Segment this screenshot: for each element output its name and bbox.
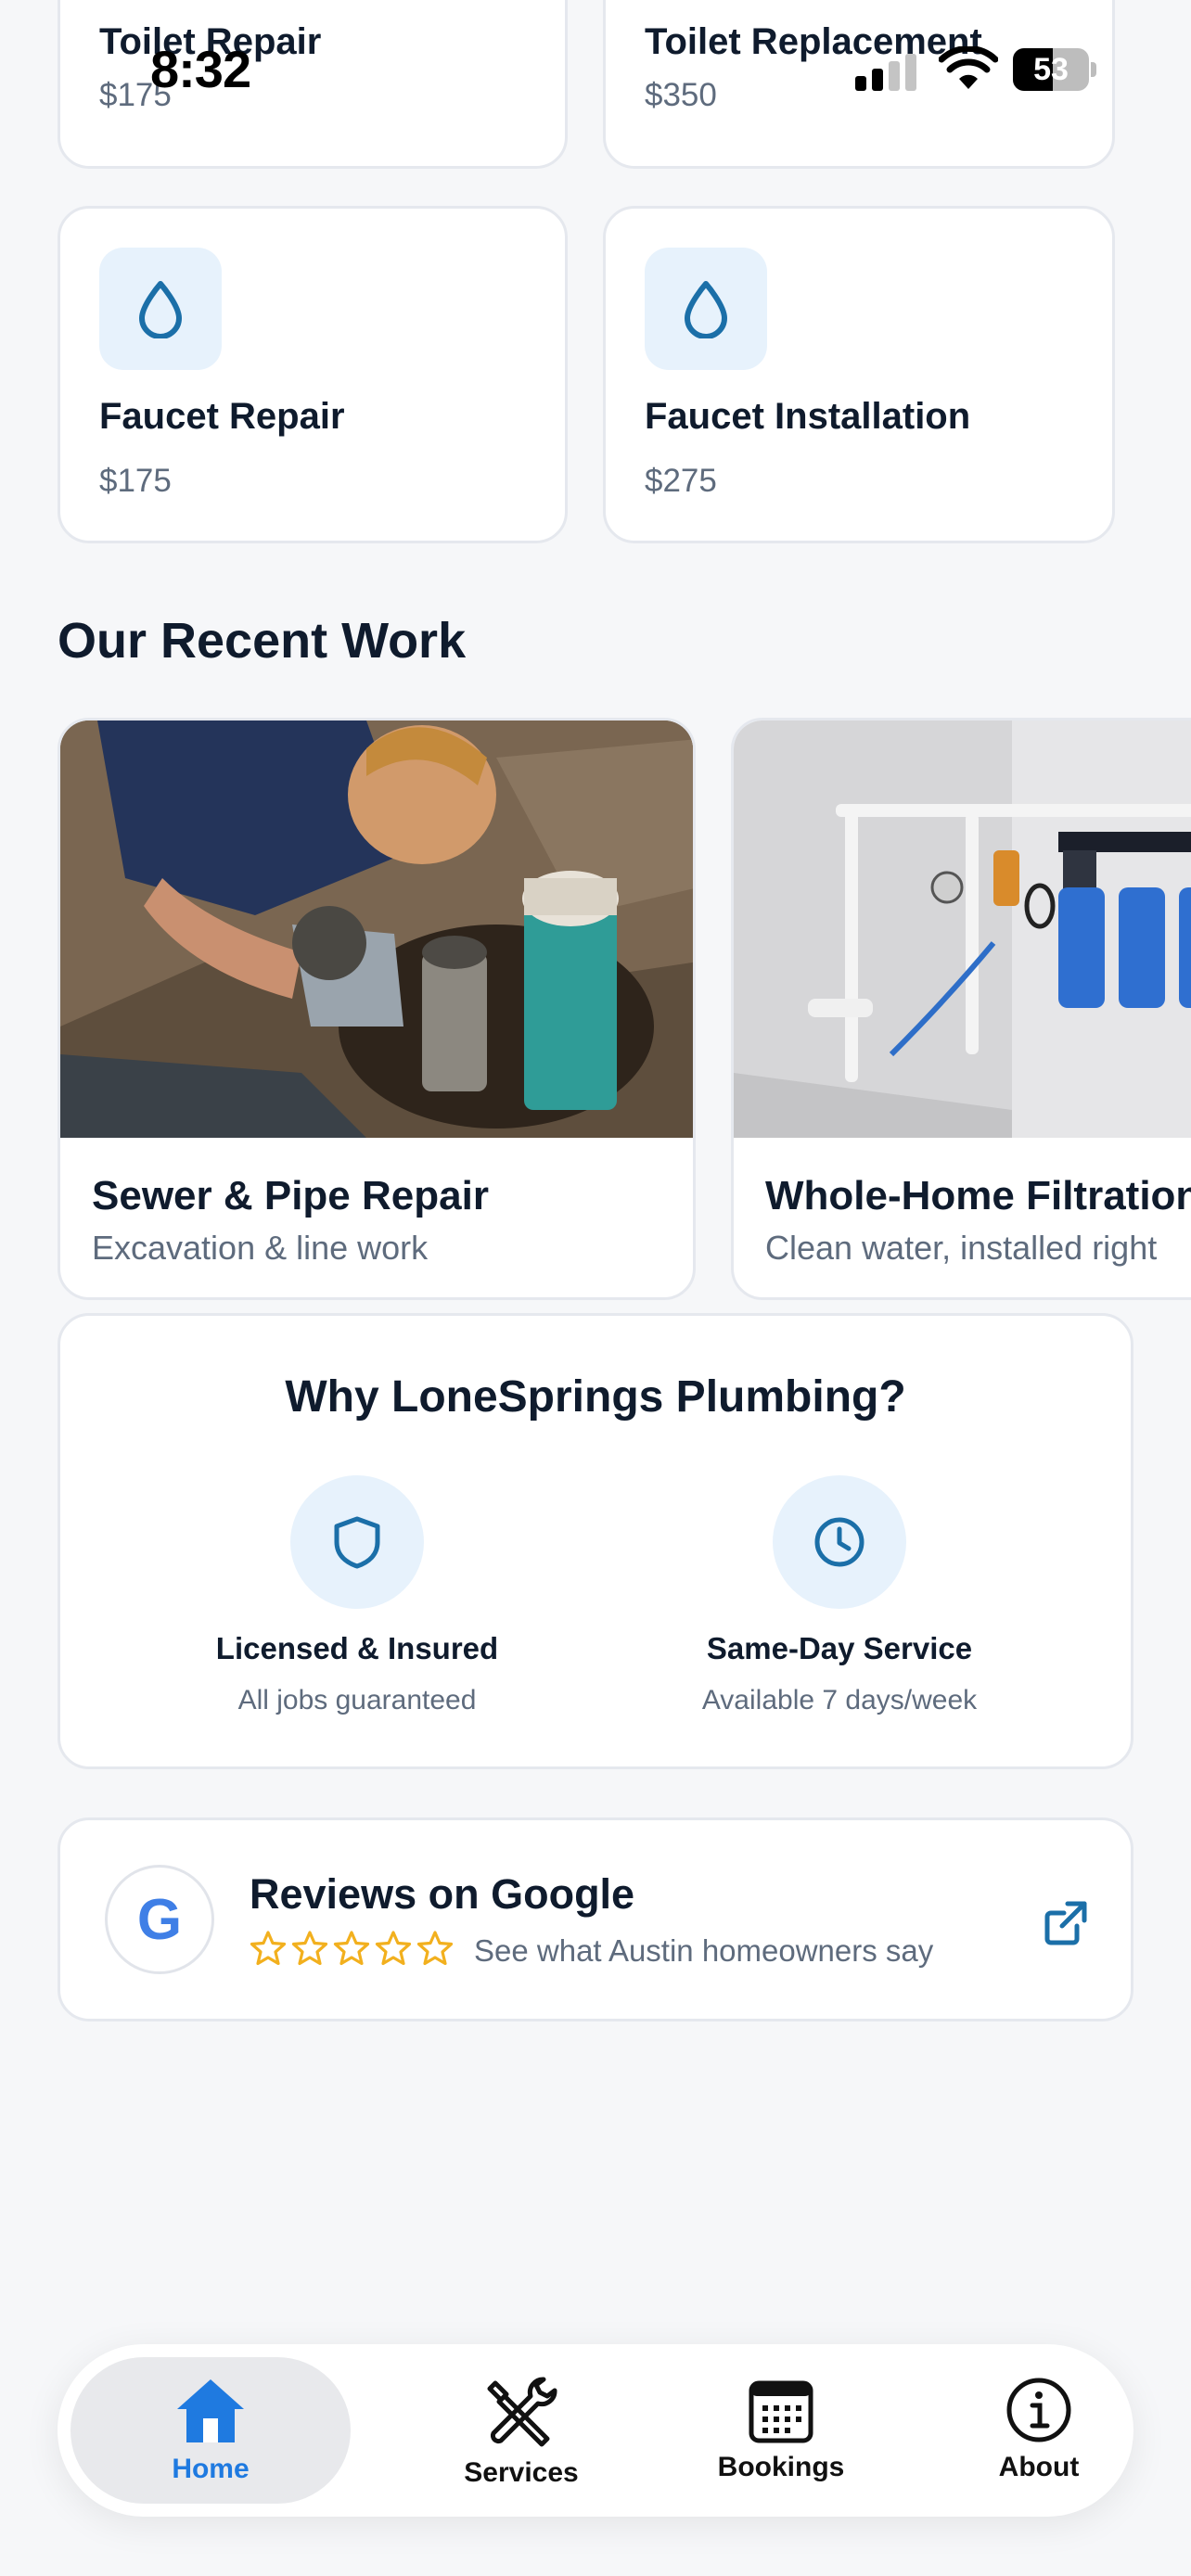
feature-subtitle: Available 7 days/week: [701, 1685, 978, 1715]
bottom-tab-bar: Home Services Bookings About: [58, 2344, 1133, 2517]
service-icon-tile: [99, 248, 222, 370]
why-heading: Why LoneSprings Plumbing?: [285, 1372, 906, 1422]
service-title: Toilet Replacement: [645, 21, 982, 62]
feature-icon-circle: [773, 1475, 906, 1609]
feature-title: Licensed & Insured: [215, 1631, 499, 1665]
star-icon: [375, 1931, 412, 1966]
star-icon: [416, 1931, 454, 1966]
feature-licensed: Licensed & Insured All jobs guaranteed: [79, 1475, 635, 1716]
work-card-sewer[interactable]: Sewer & Pipe Repair Excavation & line wo…: [58, 718, 696, 1300]
service-price: $175: [99, 463, 172, 499]
cellular-signal-icon: [855, 54, 916, 91]
reviews-subtitle: See what Austin homeowners say: [474, 1933, 934, 1968]
feature-subtitle: All jobs guaranteed: [237, 1685, 477, 1715]
wifi-icon: [939, 46, 998, 89]
tools-icon: [487, 2377, 557, 2447]
tab-label: About: [998, 2452, 1080, 2482]
service-price: $275: [645, 463, 717, 499]
tab-label: Services: [464, 2457, 579, 2488]
recent-work-heading: Our Recent Work: [58, 613, 467, 669]
star-rating: [250, 1930, 454, 1970]
work-subtitle: Excavation & line work: [92, 1229, 429, 1267]
work-subtitle: Clean water, installed right: [765, 1229, 1158, 1267]
why-card: Why LoneSprings Plumbing? Licensed & Ins…: [58, 1313, 1133, 1769]
star-icon: [291, 1931, 328, 1966]
battery-icon: 53: [1013, 48, 1098, 91]
star-icon: [250, 1931, 287, 1966]
tab-home[interactable]: Home: [70, 2357, 351, 2504]
work-card-filtration[interactable]: Whole-Home Filtration Clean water, insta…: [731, 718, 1191, 1300]
work-title: Sewer & Pipe Repair: [92, 1173, 489, 1218]
calendar-icon: [749, 2380, 813, 2443]
work-photo-filtration: [734, 721, 1191, 1138]
status-time: 8:32: [150, 40, 251, 98]
home-icon: [177, 2379, 244, 2442]
reviews-title: Reviews on Google: [250, 1870, 635, 1918]
work-title: Whole-Home Filtration: [765, 1173, 1191, 1218]
google-reviews-card[interactable]: G Reviews on Google See what Austin home…: [58, 1817, 1133, 2021]
feature-title: Same-Day Service: [706, 1631, 973, 1665]
info-icon: [1006, 2378, 1071, 2442]
tab-bookings[interactable]: Bookings: [651, 2357, 911, 2504]
service-title: Faucet Installation: [645, 396, 971, 437]
service-card-toilet-repair[interactable]: Toilet Repair $175: [58, 0, 568, 169]
google-logo: G: [105, 1865, 214, 1974]
tab-services[interactable]: Services: [391, 2357, 651, 2504]
clock-icon: [814, 1517, 864, 1567]
service-price: $350: [645, 77, 717, 113]
feature-same-day: Same-Day Service Available 7 days/week: [561, 1475, 1118, 1716]
service-card-faucet-repair[interactable]: Faucet Repair $175: [58, 206, 568, 543]
service-title: Faucet Repair: [99, 396, 345, 437]
drop-icon: [139, 281, 182, 338]
tab-label: Home: [172, 2454, 250, 2484]
tab-about[interactable]: About: [909, 2357, 1169, 2504]
service-icon-tile: [645, 248, 767, 370]
star-icon: [333, 1931, 370, 1966]
battery-level: 53: [1033, 52, 1069, 87]
service-card-faucet-installation[interactable]: Faucet Installation $275: [603, 206, 1115, 543]
shield-icon: [334, 1516, 380, 1569]
feature-icon-circle: [290, 1475, 424, 1609]
drop-icon: [685, 281, 727, 338]
work-photo-sewer: [60, 721, 693, 1138]
tab-label: Bookings: [717, 2452, 845, 2482]
external-link-icon[interactable]: [1042, 1898, 1090, 1946]
recent-work-carousel[interactable]: Sewer & Pipe Repair Excavation & line wo…: [0, 718, 1191, 1302]
